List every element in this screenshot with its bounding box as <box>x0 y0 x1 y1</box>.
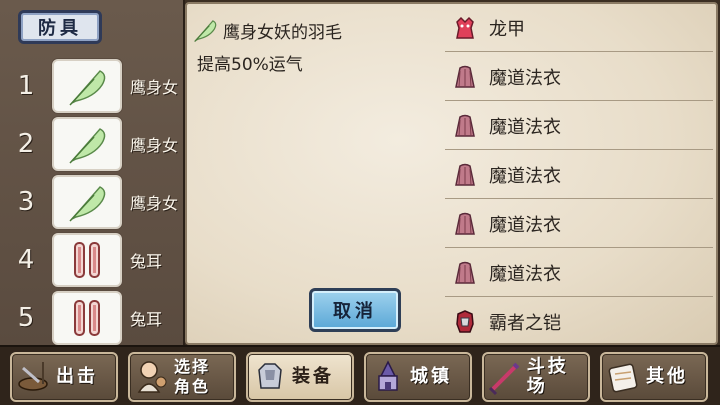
list-item-label: 龙甲 <box>489 18 525 40</box>
slot-item-name: 鹰身女 <box>130 78 179 97</box>
nav-label: 装备 <box>292 366 334 387</box>
slot-number: 3 <box>17 187 35 217</box>
item-detail-description: 提高50%运气 <box>197 55 303 75</box>
nav-label-line2: 角色 <box>174 377 211 396</box>
nav-label: 城镇 <box>410 366 452 387</box>
nav-arena-button[interactable]: 斗技场 <box>482 352 590 402</box>
robe-icon <box>455 163 475 186</box>
list-item[interactable]: 魔道法衣 <box>445 102 713 150</box>
nav-label: 其他 <box>646 366 688 387</box>
feather-icon <box>194 20 217 42</box>
feather-icon <box>69 70 106 106</box>
slot-number: 2 <box>17 129 35 159</box>
equip-slot-2[interactable]: 2 鹰身女 <box>0 116 185 172</box>
town-icon <box>378 360 398 391</box>
bottom-navigation: 出击 选择 角色 装备 城镇 斗技场 其他 <box>0 345 720 405</box>
nav-label: 出击 <box>56 366 98 387</box>
robe-icon <box>455 65 475 88</box>
equipment-icon <box>258 363 282 389</box>
list-item[interactable]: 霸者之铠 <box>445 298 713 346</box>
list-item-label: 魔道法衣 <box>489 67 561 89</box>
equip-slot-1[interactable]: 1 鹰身女 <box>0 58 185 114</box>
slot-icon-box[interactable] <box>52 291 122 345</box>
list-item[interactable]: 魔道法衣 <box>445 200 713 248</box>
list-item-label: 魔道法衣 <box>489 165 561 187</box>
nav-other-button[interactable]: 其他 <box>600 352 708 402</box>
robe-icon <box>455 261 475 284</box>
list-item-label: 霸者之铠 <box>489 312 561 334</box>
equipment-slot-panel: 防具 1 鹰身女 2 鹰身女 3 鹰身女 4 兔耳 5 兔耳 <box>0 0 185 345</box>
nav-label: 斗技场 <box>526 356 569 397</box>
list-item[interactable]: 魔道法衣 <box>445 151 713 199</box>
other-icon <box>608 363 638 393</box>
list-item[interactable]: 龙甲 <box>445 4 713 52</box>
list-item-label: 魔道法衣 <box>489 263 561 285</box>
slot-item-name: 鹰身女 <box>130 194 179 213</box>
feather-icon <box>69 128 106 164</box>
slot-item-name: 鹰身女 <box>130 136 179 155</box>
slot-item-name: 兔耳 <box>130 310 163 329</box>
slot-icon-box[interactable] <box>52 59 122 113</box>
list-item-label: 魔道法衣 <box>489 214 561 236</box>
nav-label: 选择 <box>174 357 211 376</box>
list-item[interactable]: 魔道法衣 <box>445 249 713 297</box>
robe-icon <box>455 212 475 235</box>
equip-slot-5[interactable]: 5 兔耳 <box>0 290 185 346</box>
arena-icon <box>489 362 520 396</box>
equip-slot-3[interactable]: 3 鹰身女 <box>0 174 185 230</box>
nav-town-button[interactable]: 城镇 <box>364 352 472 402</box>
cancel-button[interactable]: 取消 <box>309 288 401 332</box>
nav-label-stack: 选择 角色 <box>174 357 210 397</box>
robe-icon <box>455 114 475 137</box>
sortie-icon <box>18 362 48 391</box>
nav-character-button[interactable]: 选择 角色 <box>128 352 236 402</box>
equip-slot-4[interactable]: 4 兔耳 <box>0 232 185 288</box>
item-detail-title: 鹰身女妖的羽毛 <box>223 22 342 43</box>
nav-equipment-button[interactable]: 装备 <box>246 352 354 402</box>
slot-number: 5 <box>17 303 35 333</box>
slot-icon-box[interactable] <box>52 233 122 287</box>
list-item[interactable]: 魔道法衣 <box>445 53 713 101</box>
list-item-label: 魔道法衣 <box>489 116 561 138</box>
character-icon <box>137 361 167 393</box>
feather-icon <box>69 186 106 222</box>
slot-number: 1 <box>17 71 35 101</box>
bunny-ears-icon <box>74 242 100 278</box>
bunny-ears-icon <box>74 300 100 336</box>
slot-item-name: 兔耳 <box>130 252 163 271</box>
slot-icon-box[interactable] <box>52 175 122 229</box>
dragon-armor-icon <box>456 16 474 39</box>
overlord-armor-icon <box>456 309 474 333</box>
item-detail-panel: 鹰身女妖的羽毛 提高50%运气 取消 龙甲 魔道法衣 魔道法衣 魔道法衣 魔道法… <box>185 2 718 347</box>
armor-category-tab[interactable]: 防具 <box>18 10 102 44</box>
armor-item-list: 龙甲 魔道法衣 魔道法衣 魔道法衣 魔道法衣 魔道法衣 霸者之铠 <box>445 4 717 347</box>
slot-number: 4 <box>17 245 35 275</box>
slot-icon-box[interactable] <box>52 117 122 171</box>
nav-sortie-button[interactable]: 出击 <box>10 352 118 402</box>
item-detail: 鹰身女妖的羽毛 提高50%运气 <box>191 16 441 75</box>
